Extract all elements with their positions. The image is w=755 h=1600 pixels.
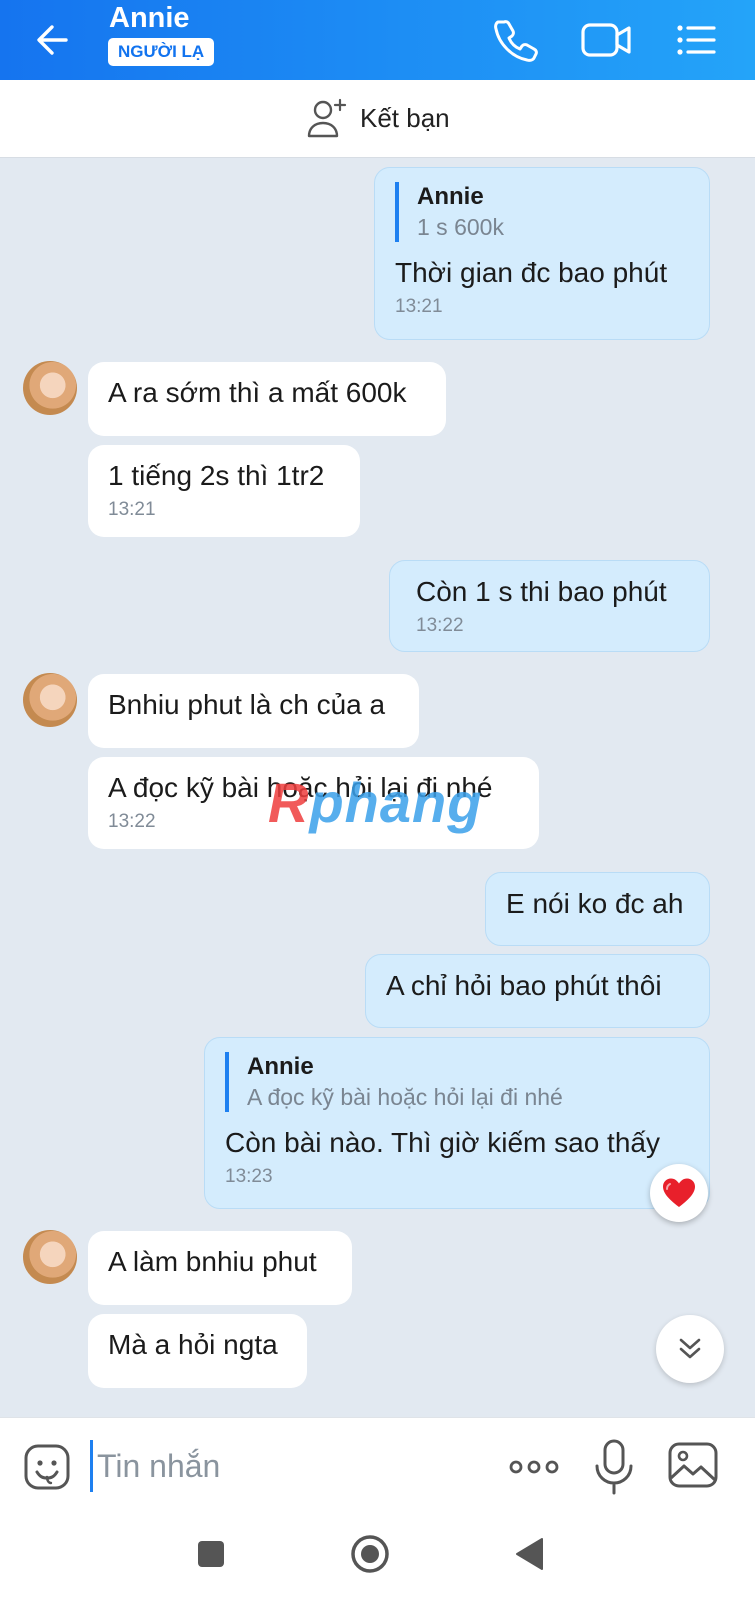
message-text: E nói ko đc ah	[506, 888, 684, 919]
circle-icon	[351, 1535, 389, 1573]
message-time: 13:21	[395, 296, 443, 317]
message-bubble[interactable]: 1 tiếng 2s thì 1tr2 13:21	[88, 445, 360, 537]
square-icon	[198, 1541, 224, 1567]
message-bubble[interactable]: Bnhiu phut là ch của a	[88, 674, 419, 748]
recent-apps-button[interactable]	[194, 1537, 228, 1571]
quote-text: 1 s 600k	[417, 214, 504, 240]
message-text: 1 tiếng 2s thì 1tr2	[108, 460, 325, 491]
menu-list-icon	[677, 25, 716, 55]
message-bubble[interactable]: A ra sớm thì a mất 600k	[88, 362, 446, 436]
phone-icon	[494, 20, 538, 62]
video-call-button[interactable]	[578, 14, 631, 66]
add-friend-label: Kết bạn	[360, 102, 450, 133]
triangle-back-icon	[516, 1538, 543, 1570]
quote-sender: Annie	[247, 1053, 314, 1080]
avatar[interactable]	[23, 1230, 77, 1284]
chevron-double-down-icon	[679, 1338, 701, 1359]
video-camera-icon	[581, 23, 631, 57]
menu-button[interactable]	[670, 14, 722, 66]
watermark-logo: Rphang	[268, 771, 483, 834]
message-time: 13:23	[225, 1166, 273, 1187]
message-text: Bnhiu phut là ch của a	[108, 689, 386, 720]
more-options-button[interactable]	[506, 1447, 562, 1487]
message-time: 13:21	[108, 499, 156, 520]
message-bubble[interactable]: Còn 1 s thi bao phút 13:22	[389, 560, 710, 652]
reply-quote[interactable]: Annie A đọc kỹ bài hoặc hỏi lại đi nhé	[225, 1052, 689, 1112]
voice-call-button[interactable]	[490, 14, 542, 66]
message-text: A chỉ hỏi bao phút thôi	[386, 970, 662, 1001]
back-button[interactable]	[26, 12, 82, 68]
image-gallery-icon	[668, 1442, 718, 1488]
sticker-smile-icon	[24, 1444, 70, 1490]
quote-sender: Annie	[417, 183, 484, 210]
message-bubble[interactable]: E nói ko đc ah	[485, 872, 710, 946]
message-input[interactable]	[90, 1440, 499, 1492]
message-bubble[interactable]: A chỉ hỏi bao phút thôi	[365, 954, 710, 1028]
message-text: Mà a hỏi ngta	[108, 1329, 278, 1360]
image-button[interactable]	[666, 1440, 720, 1490]
message-bubble[interactable]: Mà a hỏi ngta	[88, 1314, 307, 1388]
microphone-icon	[595, 1439, 633, 1495]
voice-record-button[interactable]	[592, 1438, 636, 1496]
message-text: Còn bài nào. Thì giờ kiếm sao thấy	[225, 1127, 660, 1158]
scroll-to-bottom-button[interactable]	[656, 1315, 724, 1383]
heart-icon	[663, 1178, 695, 1207]
message-text: Còn 1 s thi bao phút	[416, 576, 667, 607]
chat-header: Annie NGƯỜI LẠ	[0, 0, 755, 80]
message-text: A làm bnhiu phut	[108, 1246, 317, 1277]
add-friend-button[interactable]: Kết bạn	[306, 96, 450, 140]
message-text: Thời gian đc bao phút	[395, 257, 668, 288]
message-time: 13:22	[416, 615, 464, 636]
message-bubble[interactable]: Annie A đọc kỹ bài hoặc hỏi lại đi nhé C…	[204, 1037, 710, 1209]
message-text: A ra sớm thì a mất 600k	[108, 377, 407, 408]
contact-name[interactable]: Annie	[109, 2, 190, 35]
reaction-button[interactable]	[650, 1164, 708, 1222]
emoji-button[interactable]	[22, 1442, 72, 1492]
back-nav-button[interactable]	[512, 1536, 548, 1572]
more-dots-icon	[509, 1460, 559, 1474]
home-button[interactable]	[350, 1534, 390, 1574]
message-bubble[interactable]: A làm bnhiu phut	[88, 1231, 352, 1305]
avatar[interactable]	[23, 361, 77, 415]
back-arrow-icon	[37, 25, 68, 55]
quote-text: A đọc kỹ bài hoặc hỏi lại đi nhé	[247, 1084, 563, 1110]
reply-quote[interactable]: Annie 1 s 600k	[395, 182, 689, 242]
stranger-badge: NGƯỜI LẠ	[108, 38, 215, 66]
avatar[interactable]	[23, 673, 77, 727]
add-user-icon	[307, 98, 347, 138]
message-bubble[interactable]: Annie 1 s 600k Thời gian đc bao phút 13:…	[374, 167, 710, 340]
